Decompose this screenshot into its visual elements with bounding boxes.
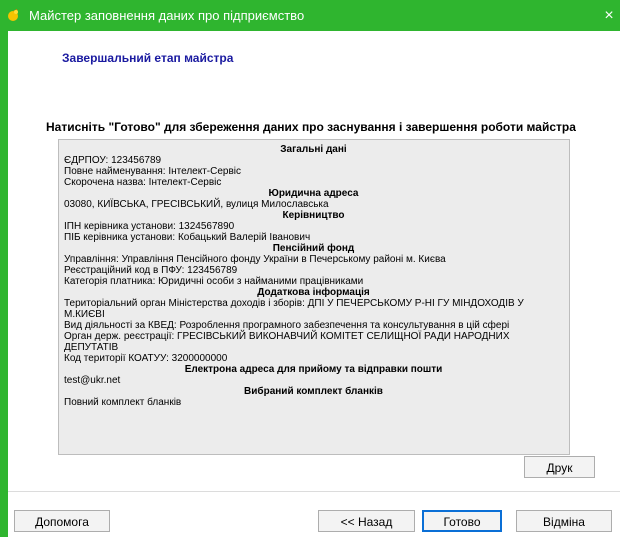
kved-line: Вид діяльності за КВЕД: Розроблення прог… [64,320,510,331]
section-heading-additional: Додаткова інформація [257,287,370,298]
edrpou-line: ЄДРПОУ: 123456789 [64,155,162,166]
pension-department-line: Управління: Управління Пенсійного фонду … [64,254,446,265]
tax-authority-line: Територіальний орган Міністерства доході… [64,298,524,320]
instruction-text: Натисніть "Готово" для збереження даних … [46,120,576,134]
ipn-line: ІПН керівника установи: 1324567890 [64,221,235,232]
payer-category-line: Категорія платника: Юридичні особи з най… [64,276,364,287]
registration-authority-line: Орган держ. реєстрації: ГРЕСІВСЬКИЙ ВИКО… [64,331,510,353]
section-heading-forms: Вибраний комплект бланків [244,386,383,397]
title-bar[interactable]: Майстер заповнення даних про підприємств… [0,0,620,31]
section-heading-general: Загальні дані [280,144,347,155]
forms-line: Повний комплект бланків [64,397,182,408]
address-line: 03080, КИЇВСЬКА, ГРЕСІВСЬКИЙ, вулиця Мил… [64,199,329,210]
stage-title: Завершальний етап майстра [62,51,234,65]
help-button[interactable]: Допомога [14,510,110,532]
short-name-line: Скорочена назва: Інтелект-Сервіс [64,177,222,188]
section-heading-email: Електрона адреса для прийому та відправк… [184,364,443,375]
section-heading-management: Керівництво [282,210,345,221]
cancel-button[interactable]: Відміна [516,510,612,532]
finish-button[interactable]: Готово [422,510,502,532]
wizard-header: Завершальний етап майстра [8,31,620,91]
window-title: Майстер заповнення даних про підприємств… [29,8,305,23]
koatuu-line: Код території КОАТУУ: 3200000000 [64,353,228,364]
email-line: test@ukr.net [64,375,121,386]
full-name-line: Повне найменування: Інтелект-Сервіс [64,166,242,177]
summary-panel: Загальні дані ЄДРПОУ: 123456789 Повне на… [58,139,570,455]
app-logo-icon [8,9,18,21]
close-button[interactable]: × [598,0,620,31]
pension-reg-code-line: Реєстраційний код в ПФУ: 123456789 [64,265,238,276]
back-button[interactable]: << Назад [318,510,415,532]
wizard-window: Майстер заповнення даних про підприємств… [0,0,620,537]
wizard-client-area: Завершальний етап майстра Натисніть "Гот… [8,31,620,537]
section-heading-legal-address: Юридична адреса [268,188,359,199]
print-button[interactable]: Друк [524,456,595,478]
footer-divider [8,491,620,492]
pib-line: ПІБ керівника установи: Кобацький Валері… [64,232,311,243]
section-heading-pension: Пенсійний фонд [272,243,355,254]
